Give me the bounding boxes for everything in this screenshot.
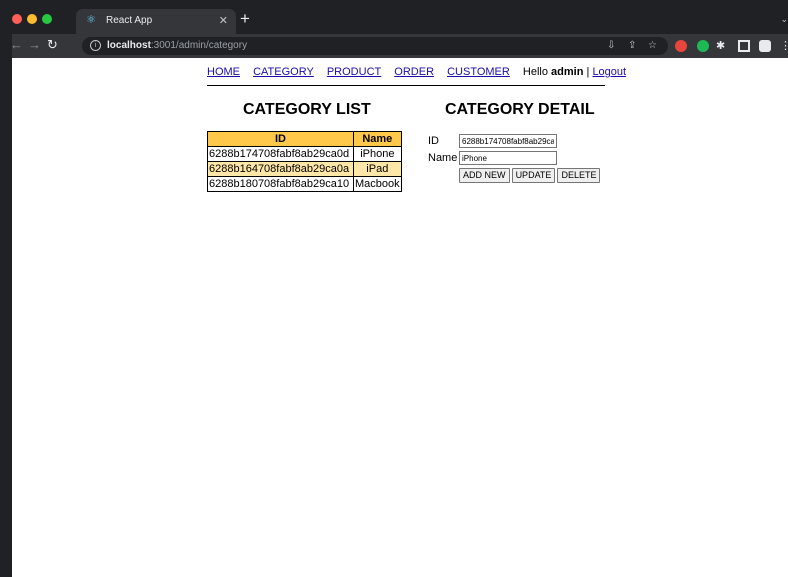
side-panel-icon[interactable] (738, 40, 750, 52)
detail-buttons: ADD NEW UPDATE DELETE (459, 168, 601, 183)
menu-home-link[interactable]: HOME (207, 66, 240, 78)
cell-id: 6288b164708fabf8ab29ca0a (207, 161, 354, 177)
delete-button[interactable]: DELETE (557, 168, 601, 183)
bookmark-star-icon[interactable]: ☆ (648, 40, 657, 51)
table-row[interactable]: 6288b174708fabf8ab29ca0d iPhone (207, 146, 402, 162)
table-row[interactable]: 6288b180708fabf8ab29ca10 Macbook (207, 176, 402, 192)
new-tab-icon[interactable]: + (240, 10, 250, 27)
id-field[interactable] (459, 134, 557, 148)
extensions-puzzle-icon[interactable]: ✱ (716, 40, 728, 52)
maximize-window-button[interactable] (42, 14, 52, 24)
address-bar[interactable]: i localhost:3001/admin/category ⇩ ⇪ ☆ (82, 37, 668, 55)
category-table: ID Name 6288b174708fabf8ab29ca0d iPhone … (207, 131, 402, 192)
browser-tab-bar: ⚛ React App ✕ + ⌄ (0, 0, 788, 34)
cell-id: 6288b174708fabf8ab29ca0d (207, 146, 354, 162)
greeting: Hello admin | (522, 66, 590, 78)
top-menu: HOME CATEGORY PRODUCT ORDER CUSTOMER Hel… (207, 66, 626, 86)
profile-avatar-icon[interactable] (759, 40, 771, 52)
browser-tab[interactable]: ⚛ React App ✕ (76, 9, 236, 34)
menu-product-link[interactable]: PRODUCT (327, 66, 381, 78)
install-app-icon[interactable]: ⇩ (607, 40, 615, 51)
category-detail-title: CATEGORY DETAIL (445, 101, 595, 118)
minimize-window-button[interactable] (27, 14, 37, 24)
column-header-id: ID (207, 131, 354, 147)
more-menu-icon[interactable]: ⋮ (780, 40, 788, 52)
cell-name: iPad (353, 161, 402, 177)
extension-red-icon[interactable] (675, 40, 687, 52)
browser-toolbar: ← → ↻ i localhost:3001/admin/category ⇩ … (0, 34, 788, 58)
name-field[interactable] (459, 151, 557, 165)
menu-customer-link[interactable]: CUSTOMER (447, 66, 510, 78)
forward-arrow-icon[interactable]: → (28, 38, 41, 52)
close-tab-icon[interactable]: ✕ (219, 14, 228, 27)
name-label: Name (428, 152, 458, 164)
menu-order-link[interactable]: ORDER (394, 66, 434, 78)
username: admin (551, 66, 584, 78)
cell-name: Macbook (353, 176, 402, 192)
category-list-title: CATEGORY LIST (243, 101, 371, 118)
tab-title: React App (106, 15, 153, 26)
close-window-button[interactable] (12, 14, 22, 24)
tab-search-chevron-icon[interactable]: ⌄ (780, 14, 788, 25)
url-text: localhost:3001/admin/category (107, 40, 248, 51)
info-icon[interactable]: i (90, 40, 101, 51)
logout-link[interactable]: Logout (592, 66, 626, 78)
id-label: ID (428, 135, 439, 147)
column-header-name: Name (353, 131, 402, 147)
add-new-button[interactable]: ADD NEW (459, 168, 510, 183)
share-icon[interactable]: ⇪ (628, 40, 636, 51)
table-row[interactable]: 6288b164708fabf8ab29ca0a iPad (207, 161, 402, 177)
update-button[interactable]: UPDATE (511, 168, 556, 183)
menu-category-link[interactable]: CATEGORY (253, 66, 314, 78)
react-icon: ⚛ (86, 14, 96, 26)
table-header-row: ID Name (207, 131, 402, 147)
reload-icon[interactable]: ↻ (47, 38, 58, 52)
window-left-edge (0, 34, 12, 577)
cell-id: 6288b180708fabf8ab29ca10 (207, 176, 354, 192)
extension-green-icon[interactable] (697, 40, 709, 52)
cell-name: iPhone (353, 146, 402, 162)
